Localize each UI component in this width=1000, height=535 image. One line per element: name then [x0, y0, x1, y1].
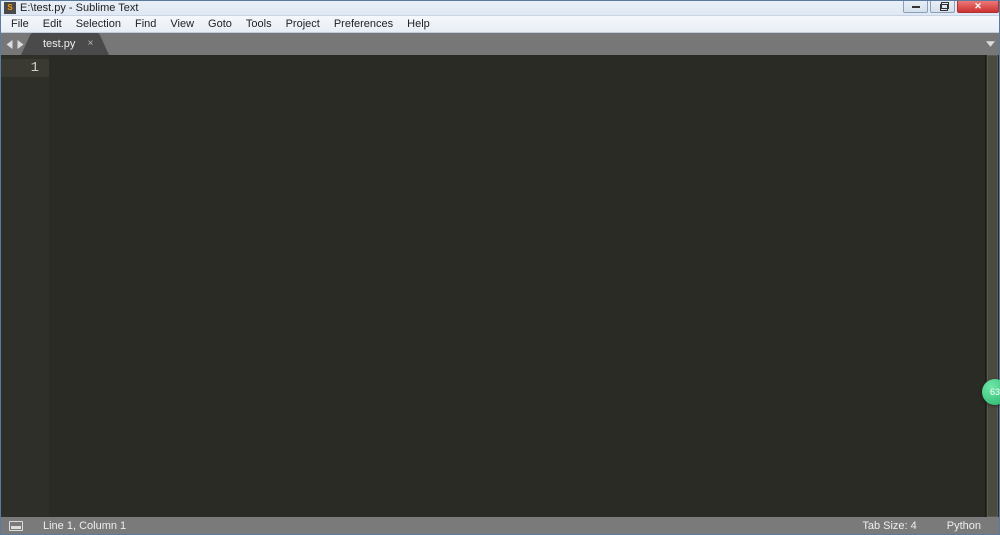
titlebar: S E:\test.py - Sublime Text — [1, 1, 999, 16]
editor-area: 1 — [1, 55, 999, 517]
app-icon-letter: S — [7, 4, 12, 12]
floating-badge-text: 63 — [990, 387, 1000, 397]
menu-file[interactable]: File — [4, 17, 36, 31]
status-tab-size[interactable]: Tab Size: 4 — [852, 520, 926, 532]
tab-prev-icon[interactable] — [5, 40, 14, 49]
app-icon: S — [4, 2, 16, 14]
menu-selection[interactable]: Selection — [69, 17, 128, 31]
window-controls — [901, 1, 999, 15]
menu-view[interactable]: View — [163, 17, 201, 31]
tab-test-py[interactable]: test.py × — [31, 33, 99, 55]
status-syntax[interactable]: Python — [937, 520, 991, 532]
menu-help[interactable]: Help — [400, 17, 437, 31]
menu-preferences[interactable]: Preferences — [327, 17, 400, 31]
gutter: 1 — [1, 55, 49, 517]
status-cursor[interactable]: Line 1, Column 1 — [33, 520, 136, 532]
minimize-button[interactable] — [903, 1, 928, 13]
menu-find[interactable]: Find — [128, 17, 163, 31]
tab-overflow-icon[interactable] — [981, 33, 999, 55]
maximize-button[interactable] — [930, 1, 955, 13]
close-button[interactable] — [957, 1, 999, 13]
tab-label: test.py — [43, 38, 75, 50]
tab-bar: test.py × — [1, 33, 999, 55]
menu-project[interactable]: Project — [279, 17, 327, 31]
line-number-1: 1 — [1, 59, 49, 77]
app-window: S E:\test.py - Sublime Text File Edit Se… — [0, 0, 1000, 535]
menu-edit[interactable]: Edit — [36, 17, 69, 31]
vertical-scrollbar[interactable] — [985, 55, 999, 517]
tab-close-icon[interactable]: × — [88, 38, 94, 49]
status-bar: Line 1, Column 1 Tab Size: 4 Python — [1, 517, 999, 534]
panel-toggle-icon[interactable] — [9, 521, 23, 531]
menu-tools[interactable]: Tools — [239, 17, 279, 31]
window-title: E:\test.py - Sublime Text — [20, 2, 901, 14]
scrollbar-thumb[interactable] — [987, 55, 998, 517]
code-area[interactable] — [49, 55, 979, 517]
menu-goto[interactable]: Goto — [201, 17, 239, 31]
menubar: File Edit Selection Find View Goto Tools… — [1, 16, 999, 33]
